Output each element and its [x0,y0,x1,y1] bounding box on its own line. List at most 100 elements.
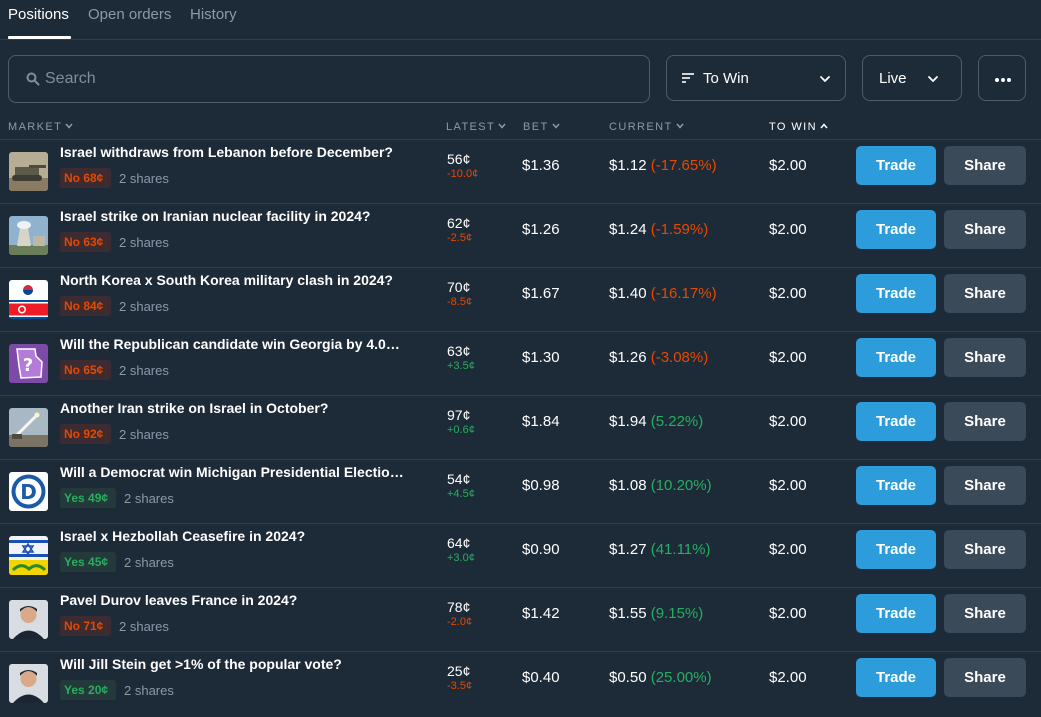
current-percent: (9.15%) [650,605,704,622]
market-thumbnail [9,664,48,703]
trade-button[interactable]: Trade [856,210,936,249]
bet-amount: $0.90 [522,541,560,558]
latest-delta: -2.0¢ [447,616,473,628]
sort-dropdown-label: To Win [703,70,749,87]
to-win-amount: $2.00 [769,157,807,174]
market-question[interactable]: Another Iran strike on Israel in October… [60,400,420,416]
bet-amount: $1.30 [522,349,560,366]
to-win-amount: $2.00 [769,669,807,686]
shares-count: 2 shares [124,491,174,506]
table-row[interactable]: Israel strike on Iranian nuclear facilit… [0,203,1041,267]
current-percent: (41.11%) [650,541,711,558]
latest-delta: +3.0¢ [447,552,475,564]
trade-button[interactable]: Trade [856,594,936,633]
trade-button[interactable]: Trade [856,402,936,441]
svg-text:?: ? [23,355,33,376]
shares-count: 2 shares [119,427,169,442]
table-row[interactable]: Israel x Hezbollah Ceasefire in 2024? Ye… [0,523,1041,587]
current-percent: (10.20%) [650,477,712,494]
share-button[interactable]: Share [944,594,1026,633]
market-question[interactable]: Will a Democrat win Michigan Presidentia… [60,464,420,480]
table-row[interactable]: Pavel Durov leaves France in 2024? No 71… [0,587,1041,651]
market-question[interactable]: Israel x Hezbollah Ceasefire in 2024? [60,528,420,544]
to-win-amount: $2.00 [769,413,807,430]
column-header-latest[interactable]: LATEST [446,121,506,133]
bet-amount: $1.36 [522,157,560,174]
search-box[interactable] [8,55,650,103]
column-header-market[interactable]: MARKET [8,121,73,133]
share-button[interactable]: Share [944,530,1026,569]
search-icon [26,72,40,86]
current-percent: (5.22%) [650,413,704,430]
shares-count: 2 shares [119,619,169,634]
trade-button[interactable]: Trade [856,658,936,697]
column-header-label: CURRENT [609,121,673,133]
share-button[interactable]: Share [944,338,1026,377]
current-percent: (-1.59%) [650,221,709,238]
trade-button[interactable]: Trade [856,466,936,505]
current-value: $1.08 (10.20%) [609,477,712,494]
column-header-bet[interactable]: BET [523,121,560,133]
table-row[interactable]: Another Iran strike on Israel in October… [0,395,1041,459]
market-question[interactable]: North Korea x South Korea military clash… [60,272,420,288]
shares-count: 2 shares [119,363,169,378]
current-value: $1.26 (-3.08%) [609,349,708,366]
chevron-down-icon [928,76,938,82]
more-options-button[interactable] [978,55,1026,101]
search-input[interactable] [45,56,635,102]
latest-price: 97¢ [447,407,471,423]
shares-count: 2 shares [119,171,169,186]
to-win-amount: $2.00 [769,285,807,302]
bet-amount: $1.67 [522,285,560,302]
latest-price: 56¢ [447,151,471,167]
share-button[interactable]: Share [944,466,1026,505]
tab-open-orders[interactable]: Open orders [88,6,171,23]
column-header-to-win[interactable]: TO WIN [769,121,828,133]
tab-history[interactable]: History [190,6,237,23]
market-question[interactable]: Israel strike on Iranian nuclear facilit… [60,208,420,224]
position-badge: No 84¢ [60,296,111,316]
market-question[interactable]: Israel withdraws from Lebanon before Dec… [60,144,420,160]
share-button[interactable]: Share [944,274,1026,313]
latest-delta: -8.5¢ [447,296,473,308]
market-thumbnail [9,216,48,255]
market-question[interactable]: Will the Republican candidate win Georgi… [60,336,420,352]
status-dropdown[interactable]: Live [862,55,962,101]
status-dropdown-label: Live [879,70,907,87]
market-thumbnail [9,408,48,447]
shares-count: 2 shares [124,683,174,698]
bet-amount: $1.26 [522,221,560,238]
shares-count: 2 shares [119,299,169,314]
current-amount: $1.40 [609,285,647,302]
table-row[interactable]: ? Will the Republican candidate win Geor… [0,331,1041,395]
latest-price: 63¢ [447,343,471,359]
trade-button[interactable]: Trade [856,530,936,569]
chevron-down-icon [498,123,506,129]
share-button[interactable]: Share [944,210,1026,249]
column-header-current[interactable]: CURRENT [609,121,684,133]
bet-amount: $0.40 [522,669,560,686]
current-value: $1.24 (-1.59%) [609,221,708,238]
table-row[interactable]: D Will a Democrat win Michigan President… [0,459,1041,523]
trade-button[interactable]: Trade [856,338,936,377]
market-question[interactable]: Will Jill Stein get >1% of the popular v… [60,656,420,672]
share-button[interactable]: Share [944,146,1026,185]
trade-button[interactable]: Trade [856,146,936,185]
trade-button[interactable]: Trade [856,274,936,313]
tab-positions[interactable]: Positions [8,6,69,23]
table-row[interactable]: Israel withdraws from Lebanon before Dec… [0,139,1041,203]
position-badge: Yes 49¢ [60,488,116,508]
table-row[interactable]: North Korea x South Korea military clash… [0,267,1041,331]
share-button[interactable]: Share [944,658,1026,697]
position-badge: No 68¢ [60,168,111,188]
bet-amount: $1.84 [522,413,560,430]
current-amount: $1.08 [609,477,647,494]
table-row[interactable]: Will Jill Stein get >1% of the popular v… [0,651,1041,715]
share-button[interactable]: Share [944,402,1026,441]
current-value: $1.55 (9.15%) [609,605,703,622]
chevron-down-icon [820,76,830,82]
to-win-amount: $2.00 [769,541,807,558]
market-question[interactable]: Pavel Durov leaves France in 2024? [60,592,420,608]
sort-dropdown[interactable]: To Win [666,55,846,101]
column-header-label: TO WIN [769,121,817,133]
